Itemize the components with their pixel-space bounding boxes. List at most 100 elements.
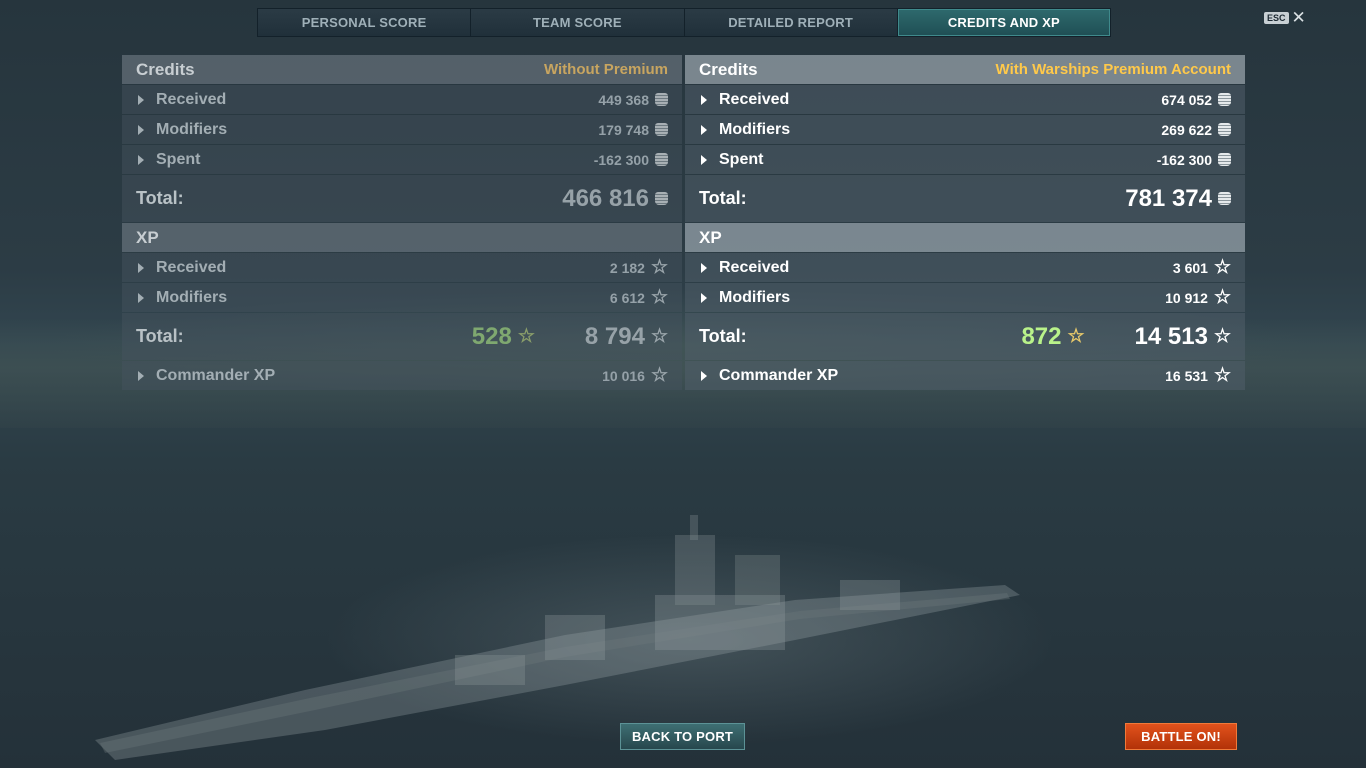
expand-triangle-icon [138,262,144,273]
xp-header: XP [122,223,682,252]
row-label: Modifiers [719,120,791,138]
credits-header: Credits Without Premium [122,55,682,84]
row-value: 10 912 [1165,289,1208,306]
star-icon: ☆ [650,256,668,278]
credit-coin-icon [1218,153,1231,166]
credits-title: Credits [136,59,195,79]
total-label: Total: [136,188,184,208]
row-label: Spent [719,150,764,168]
row-label: Received [156,258,227,276]
credit-coin-icon [655,93,668,106]
free-xp-value: 872 [1021,322,1062,350]
xp-modifiers-row[interactable]: Modifiers 6 612 ☆ [122,283,682,312]
row-value: 2 182 [609,259,645,276]
credits-total-value: 466 816 [562,184,649,212]
row-label: Modifiers [156,288,228,306]
tab-detailed-report[interactable]: DETAILED REPORT [684,9,898,36]
close-icon: ✕ [1291,8,1306,27]
expand-triangle-icon [701,292,707,303]
expand-triangle-icon [138,154,144,165]
xp-title: XP [136,227,159,247]
star-icon: ☆ [650,286,668,308]
with-premium-label: With Warships Premium Account [995,61,1231,78]
row-label: Commander XP [719,366,839,384]
expand-triangle-icon [701,154,707,165]
row-value: 3 601 [1172,259,1208,276]
xp-received-row[interactable]: Received 2 182 ☆ [122,253,682,282]
row-value: -162 300 [1156,151,1212,168]
esc-key-badge: ESC [1264,12,1289,24]
xp-total-value: 8 794 [584,322,645,350]
xp-received-row[interactable]: Received 3 601 ☆ [685,253,1245,282]
close-button[interactable]: ESC ✕ [1264,8,1306,27]
row-value: 10 016 [602,367,645,384]
results-tab-bar: PERSONAL SCORE TEAM SCORE DETAILED REPOR… [257,8,1111,37]
credits-total-row: Total: 781 374 [685,175,1245,222]
credits-spent-row[interactable]: Spent -162 300 [122,145,682,174]
total-label: Total: [136,326,184,346]
free-xp-star-icon: ☆ [517,325,535,347]
credits-spent-row[interactable]: Spent -162 300 [685,145,1245,174]
credit-coin-icon [655,192,668,205]
row-value: 269 622 [1161,121,1212,138]
without-premium-panel: Credits Without Premium Received 449 368… [122,55,682,390]
star-icon: ☆ [1213,364,1231,386]
row-value: 16 531 [1165,367,1208,384]
credit-coin-icon [1218,192,1231,205]
credits-modifiers-row[interactable]: Modifiers 269 622 [685,115,1245,144]
credits-total-row: Total: 466 816 [122,175,682,222]
xp-total-row: Total: 528 ☆ 8 794 ☆ [122,313,682,360]
total-label: Total: [699,326,747,346]
row-label: Modifiers [719,288,791,306]
expand-triangle-icon [138,124,144,135]
xp-title: XP [699,227,722,247]
star-icon: ☆ [1213,325,1231,347]
tab-team-score[interactable]: TEAM SCORE [471,9,685,36]
star-icon: ☆ [650,325,668,347]
xp-total-value: 14 513 [1134,322,1208,350]
commander-xp-row[interactable]: Commander XP 10 016 ☆ [122,361,682,390]
credit-coin-icon [1218,123,1231,136]
row-label: Spent [156,150,201,168]
row-label: Commander XP [156,366,276,384]
credits-received-row[interactable]: Received 674 052 [685,85,1245,114]
credits-received-row[interactable]: Received 449 368 [122,85,682,114]
with-premium-panel: Credits With Warships Premium Account Re… [685,55,1245,390]
credits-modifiers-row[interactable]: Modifiers 179 748 [122,115,682,144]
credits-title: Credits [699,59,758,79]
expand-triangle-icon [701,94,707,105]
xp-total-row: Total: 872 ☆ 14 513 ☆ [685,313,1245,360]
expand-triangle-icon [138,94,144,105]
row-value: 449 368 [598,91,649,108]
expand-triangle-icon [701,124,707,135]
xp-header: XP [685,223,1245,252]
star-icon: ☆ [1213,286,1231,308]
credit-coin-icon [655,153,668,166]
credit-coin-icon [655,123,668,136]
total-label: Total: [699,188,747,208]
row-value: 179 748 [598,121,649,138]
credits-total-value: 781 374 [1125,184,1212,212]
back-to-port-button[interactable]: BACK TO PORT [620,723,745,750]
row-value: -162 300 [593,151,649,168]
without-premium-label: Without Premium [543,61,668,78]
row-value: 6 612 [609,289,645,306]
tab-credits-and-xp[interactable]: CREDITS AND XP [897,9,1110,36]
star-icon: ☆ [650,364,668,386]
free-xp-value: 528 [471,322,512,350]
row-label: Received [719,90,790,108]
xp-modifiers-row[interactable]: Modifiers 10 912 ☆ [685,283,1245,312]
row-label: Received [156,90,227,108]
commander-xp-row[interactable]: Commander XP 16 531 ☆ [685,361,1245,390]
expand-triangle-icon [138,370,144,381]
row-label: Received [719,258,790,276]
credit-coin-icon [1218,93,1231,106]
row-value: 674 052 [1161,91,1212,108]
expand-triangle-icon [701,370,707,381]
tab-personal-score[interactable]: PERSONAL SCORE [258,9,472,36]
star-icon: ☆ [1213,256,1231,278]
battleship-background-image [95,515,1020,760]
battle-on-button[interactable]: BATTLE ON! [1125,723,1237,750]
free-xp-star-icon: ☆ [1067,325,1085,347]
expand-triangle-icon [701,262,707,273]
